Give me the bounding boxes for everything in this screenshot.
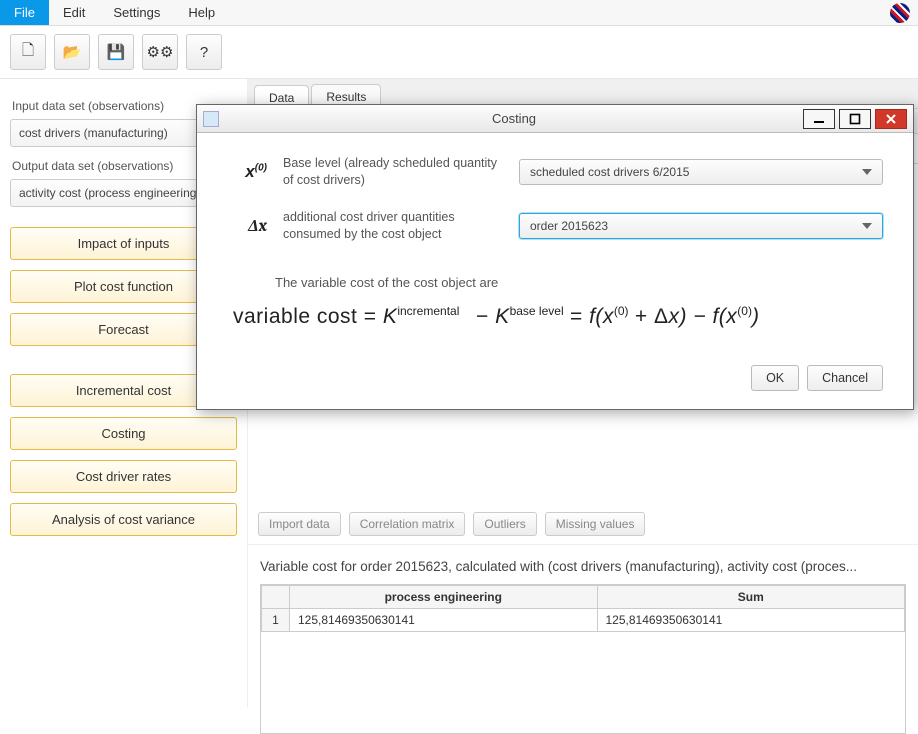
result-table: process engineering Sum 1 125,8146935063… <box>261 585 905 632</box>
dialog-icon <box>203 111 219 127</box>
ok-button[interactable]: OK <box>751 365 799 391</box>
settings-button[interactable]: ⚙⚙ <box>142 34 178 70</box>
missing-values-button[interactable]: Missing values <box>545 512 646 536</box>
maximize-button[interactable] <box>839 109 871 129</box>
open-button[interactable]: 📂 <box>54 34 90 70</box>
costing-button[interactable]: Costing <box>10 417 237 450</box>
param-dx-desc: additional cost driver quantities consum… <box>283 209 503 243</box>
import-data-button[interactable]: Import data <box>258 512 341 536</box>
param-x0-symbol: x(0) <box>227 162 267 182</box>
menu-settings[interactable]: Settings <box>99 0 174 25</box>
toolbar: 🗋 📂 💾 ⚙⚙ ? <box>0 26 918 79</box>
new-file-button[interactable]: 🗋 <box>10 34 46 70</box>
result-table-area: process engineering Sum 1 125,8146935063… <box>260 584 906 734</box>
row-index-header <box>262 586 290 609</box>
menu-file[interactable]: File <box>0 0 49 25</box>
cell-process-engineering: 125,81469350630141 <box>290 609 598 632</box>
table-row[interactable]: 1 125,81469350630141 125,81469350630141 <box>262 609 905 632</box>
result-title: Variable cost for order 2015623, calcula… <box>248 545 918 584</box>
cost-driver-rates-button[interactable]: Cost driver rates <box>10 460 237 493</box>
close-button[interactable] <box>875 109 907 129</box>
formula: variable cost = Kincremental − Kbase lev… <box>233 304 883 329</box>
dialog-title: Costing <box>225 111 803 126</box>
param-x0-desc: Base level (already scheduled quantity o… <box>283 155 503 189</box>
cancel-button[interactable]: Chancel <box>807 365 883 391</box>
cell-sum: 125,81469350630141 <box>597 609 905 632</box>
col-sum: Sum <box>597 586 905 609</box>
dialog-titlebar[interactable]: Costing <box>197 105 913 133</box>
outliers-button[interactable]: Outliers <box>473 512 536 536</box>
col-process-engineering: process engineering <box>290 586 598 609</box>
row-index: 1 <box>262 609 290 632</box>
sub-toolbar: Import data Correlation matrix Outliers … <box>248 504 918 545</box>
help-button[interactable]: ? <box>186 34 222 70</box>
menu-edit[interactable]: Edit <box>49 0 99 25</box>
minimize-button[interactable] <box>803 109 835 129</box>
menu-help[interactable]: Help <box>174 0 229 25</box>
base-level-dropdown[interactable]: scheduled cost drivers 6/2015 <box>519 159 883 185</box>
language-flag-icon[interactable] <box>890 3 910 23</box>
menu-bar: File Edit Settings Help <box>0 0 918 26</box>
costing-dialog: Costing x(0) Base level (already schedul… <box>196 104 914 410</box>
analysis-variance-button[interactable]: Analysis of cost variance <box>10 503 237 536</box>
param-dx-symbol: Δx <box>227 216 267 236</box>
save-button[interactable]: 💾 <box>98 34 134 70</box>
formula-intro: The variable cost of the cost object are <box>275 275 883 290</box>
delta-x-dropdown[interactable]: order 2015623 <box>519 213 883 239</box>
correlation-matrix-button[interactable]: Correlation matrix <box>349 512 466 536</box>
